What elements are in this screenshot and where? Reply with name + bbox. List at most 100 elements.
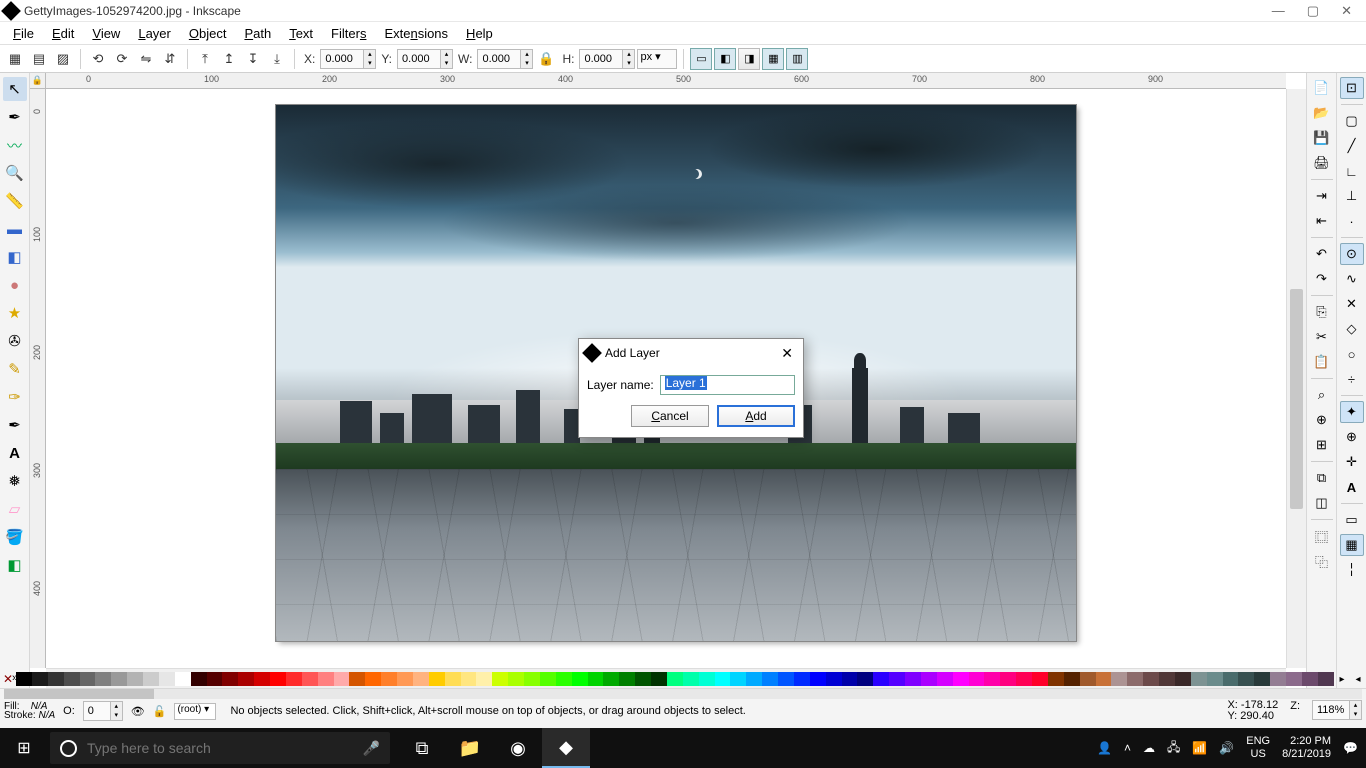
- swatch[interactable]: [826, 672, 842, 686]
- swatch[interactable]: [381, 672, 397, 686]
- rotate-ccw-icon[interactable]: ⟲: [87, 48, 109, 70]
- snap-cusp-icon[interactable]: ◇: [1340, 318, 1364, 340]
- layer-visible-icon[interactable]: 👁: [131, 705, 145, 718]
- onedrive-icon[interactable]: ☁: [1143, 741, 1155, 755]
- swatch[interactable]: [143, 672, 159, 686]
- swatch[interactable]: [667, 672, 683, 686]
- swatch[interactable]: [619, 672, 635, 686]
- swatch[interactable]: [1000, 672, 1016, 686]
- swatch[interactable]: [810, 672, 826, 686]
- swatch[interactable]: [762, 672, 778, 686]
- zoom-fit-icon[interactable]: ⌕: [1310, 384, 1334, 406]
- swatch[interactable]: [16, 672, 32, 686]
- copy-icon[interactable]: ⎘: [1310, 301, 1334, 323]
- language-indicator[interactable]: ENGUS: [1246, 735, 1270, 761]
- snap-bbox-center-icon[interactable]: ·: [1340, 210, 1364, 232]
- snap-intersect-icon[interactable]: ✕: [1340, 293, 1364, 315]
- menu-file[interactable]: File: [4, 24, 43, 43]
- rotate-cw-icon[interactable]: ⟳: [111, 48, 133, 70]
- chrome-icon[interactable]: ◉: [494, 728, 542, 768]
- swatch[interactable]: [127, 672, 143, 686]
- swatch[interactable]: [1111, 672, 1127, 686]
- opacity-input[interactable]: 0▴▾: [83, 701, 123, 721]
- transform-corners-icon[interactable]: ◧: [714, 48, 736, 70]
- lower-bottom-icon[interactable]: ⤓: [266, 48, 288, 70]
- swatch[interactable]: [492, 672, 508, 686]
- swatch[interactable]: [508, 672, 524, 686]
- swatch[interactable]: [683, 672, 699, 686]
- swatch[interactable]: [413, 672, 429, 686]
- zoom-input[interactable]: 118%▴▾: [1312, 700, 1362, 720]
- snap-smooth-icon[interactable]: ○: [1340, 343, 1364, 365]
- swatch[interactable]: [64, 672, 80, 686]
- swatch[interactable]: [270, 672, 286, 686]
- unit-select[interactable]: px ▾: [637, 49, 677, 69]
- export-icon[interactable]: ⇤: [1310, 210, 1334, 232]
- notifications-icon[interactable]: 💬: [1343, 741, 1358, 755]
- ungroup-icon[interactable]: ⿻: [1310, 550, 1334, 572]
- bucket-tool-icon[interactable]: 🪣: [3, 525, 27, 549]
- ruler-vertical[interactable]: 0100200300400500: [30, 89, 46, 668]
- swatch[interactable]: [1096, 672, 1112, 686]
- clock[interactable]: 2:20 PM8/21/2019: [1282, 735, 1331, 761]
- undo-icon[interactable]: ↶: [1310, 243, 1334, 265]
- palette-next-icon[interactable]: ▸: [1334, 674, 1350, 685]
- swatch[interactable]: [857, 672, 873, 686]
- palette-menu-icon[interactable]: ◂: [1350, 674, 1366, 685]
- task-view-icon[interactable]: ⧉: [398, 728, 446, 768]
- x-input[interactable]: 0.000▴▾: [320, 49, 376, 69]
- swatch[interactable]: [1048, 672, 1064, 686]
- start-button[interactable]: ⊞: [0, 728, 48, 768]
- swatch[interactable]: [1064, 672, 1080, 686]
- snap-enable-icon[interactable]: ⊡: [1340, 77, 1364, 99]
- swatch[interactable]: [794, 672, 810, 686]
- swatch[interactable]: [603, 672, 619, 686]
- swatch[interactable]: [1254, 672, 1270, 686]
- raise-top-icon[interactable]: ⤒: [194, 48, 216, 70]
- snap-line-mid-icon[interactable]: ÷: [1340, 368, 1364, 390]
- cancel-button[interactable]: Cancel: [631, 405, 709, 427]
- cortana-icon[interactable]: [60, 740, 77, 757]
- palette-scrollbar[interactable]: [4, 689, 1362, 699]
- swatch[interactable]: [1207, 672, 1223, 686]
- swatch[interactable]: [1032, 672, 1048, 686]
- swatch[interactable]: [730, 672, 746, 686]
- print-icon[interactable]: 🖨: [1310, 152, 1334, 174]
- rect-tool-icon[interactable]: ▬: [3, 217, 27, 241]
- swatch[interactable]: [445, 672, 461, 686]
- select-all-icon[interactable]: ▤: [28, 48, 50, 70]
- color-palette[interactable]: [16, 672, 1334, 686]
- minimize-button[interactable]: —: [1272, 3, 1285, 19]
- swatch[interactable]: [175, 672, 191, 686]
- swatch[interactable]: [1270, 672, 1286, 686]
- swatch[interactable]: [461, 672, 477, 686]
- zoom-page-icon[interactable]: ⊞: [1310, 434, 1334, 456]
- swatch[interactable]: [1223, 672, 1239, 686]
- eraser-tool-icon[interactable]: ▱: [3, 497, 27, 521]
- people-icon[interactable]: 👤: [1097, 741, 1112, 755]
- snap-grid-icon[interactable]: ▦: [1340, 534, 1364, 556]
- open-doc-icon[interactable]: 📂: [1310, 102, 1334, 124]
- redo-icon[interactable]: ↷: [1310, 268, 1334, 290]
- cut-icon[interactable]: ✂: [1310, 326, 1334, 348]
- swatch[interactable]: [80, 672, 96, 686]
- swatch[interactable]: [429, 672, 445, 686]
- wifi-icon[interactable]: 📶: [1192, 741, 1207, 755]
- y-input[interactable]: 0.000▴▾: [397, 49, 453, 69]
- swatch[interactable]: [32, 672, 48, 686]
- bezier-tool-icon[interactable]: ✑: [3, 385, 27, 409]
- swatch[interactable]: [873, 672, 889, 686]
- ruler-horizontal[interactable]: 0100200300400500600700800900: [46, 73, 1286, 89]
- swatch[interactable]: [254, 672, 270, 686]
- menu-filters[interactable]: Filters: [322, 24, 375, 43]
- swatch[interactable]: [1175, 672, 1191, 686]
- group-icon[interactable]: ⿴: [1310, 525, 1334, 547]
- swatch[interactable]: [318, 672, 334, 686]
- snap-nodes-icon[interactable]: ⊙: [1340, 243, 1364, 265]
- flip-h-icon[interactable]: ⇋: [135, 48, 157, 70]
- zoom-drawing-icon[interactable]: ⊕: [1310, 409, 1334, 431]
- measure-tool-icon[interactable]: 📏: [3, 189, 27, 213]
- swatch[interactable]: [334, 672, 350, 686]
- menu-view[interactable]: View: [83, 24, 129, 43]
- snap-path-icon[interactable]: ∿: [1340, 268, 1364, 290]
